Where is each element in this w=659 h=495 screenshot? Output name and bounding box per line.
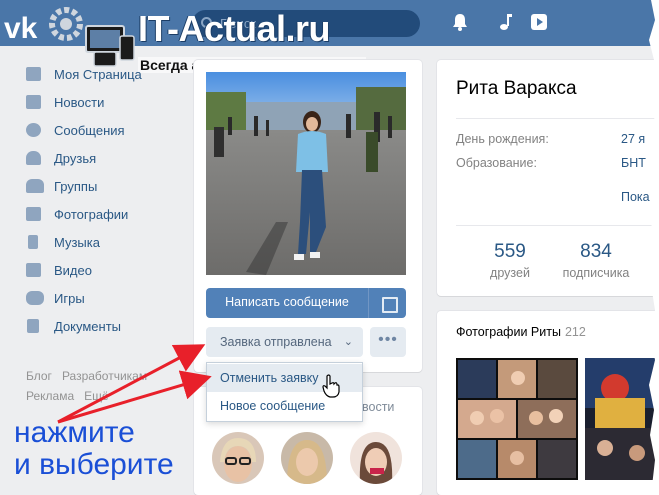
watermark-logo: vk	[4, 7, 135, 67]
chevron-down-icon: ⌄	[343, 336, 353, 348]
music-note-icon[interactable]	[498, 13, 512, 31]
menu-item-messages[interactable]: Сообщения	[22, 120, 182, 142]
music-icon	[28, 235, 38, 249]
friend-avatar[interactable]	[281, 432, 333, 484]
footer-link-developers[interactable]: Разработчикам	[62, 369, 147, 383]
friend-avatar[interactable]	[212, 432, 264, 484]
followers-count-label: подписчика	[562, 266, 630, 280]
menu-item-label: Игры	[54, 291, 85, 306]
menu-item-label: Моя Страница	[54, 67, 142, 82]
friends-count-label: друзей	[490, 266, 530, 280]
footer-link-more[interactable]: Ещё	[84, 389, 109, 403]
divider	[456, 118, 659, 119]
divider	[456, 225, 659, 226]
friends-count[interactable]: 559	[470, 241, 550, 263]
menu-item-friends[interactable]: Друзья	[22, 148, 182, 170]
annotation-text-line2: и выберите	[14, 448, 174, 481]
menu-item-documents[interactable]: Документы	[22, 316, 182, 338]
friend-avatar[interactable]	[350, 432, 402, 484]
news-icon	[26, 95, 41, 109]
menu-item-video[interactable]: Видео	[22, 260, 182, 282]
education-label: Образование:	[456, 156, 537, 170]
document-icon	[27, 319, 39, 333]
menu-item-label: Музыка	[54, 235, 100, 250]
menu-item-label: Новости	[54, 95, 105, 110]
gamepad-icon	[26, 291, 44, 305]
menu-item-music[interactable]: Музыка	[22, 232, 182, 254]
request-sent-label: Заявка отправлена	[220, 335, 332, 349]
annotation-text-line1: нажмите	[14, 416, 135, 449]
film-icon	[26, 263, 41, 277]
write-message-label: Написать сообщение	[225, 295, 349, 309]
request-sent-button[interactable]: Заявка отправлена ⌄	[206, 327, 363, 357]
menu-item-photos[interactable]: Фотографии	[22, 204, 182, 226]
camera-icon	[26, 207, 41, 221]
profile-name: Рита Варакса	[456, 78, 577, 99]
footer-link-ads[interactable]: Реклама	[26, 389, 74, 403]
followers-count[interactable]: 834	[556, 241, 636, 263]
chat-icon	[26, 123, 41, 137]
menu-item-news[interactable]: Новости	[22, 92, 182, 114]
home-icon	[26, 67, 41, 81]
photos-title-label: Фотографии Риты	[456, 325, 561, 339]
photos-title[interactable]: Фотографии Риты 212	[456, 325, 586, 339]
bell-icon[interactable]	[452, 13, 468, 31]
menu-item-my-page[interactable]: Моя Страница	[22, 64, 182, 86]
birthday-label: День рождения:	[456, 132, 549, 146]
menu-item-games[interactable]: Игры	[22, 288, 182, 310]
footer-link-blog[interactable]: Блог	[26, 369, 52, 383]
menu-item-label: Фотографии	[54, 207, 129, 222]
play-icon[interactable]	[530, 13, 548, 31]
menu-item-label: Группы	[54, 179, 98, 194]
show-more-link[interactable]: Пока	[621, 190, 650, 204]
torn-edge	[649, 0, 659, 495]
group-icon	[26, 179, 44, 193]
menu-item-label: Друзья	[54, 151, 97, 166]
menu-item-label: Сообщения	[54, 123, 125, 138]
hand-cursor-icon	[322, 374, 340, 398]
birthday-value[interactable]: 27 я	[621, 132, 645, 146]
profile-photo[interactable]	[206, 72, 406, 275]
watermark-title: IT-Actual.ru	[138, 8, 331, 49]
menu-item-label: Документы	[54, 319, 122, 334]
menu-item-label: Видео	[54, 263, 92, 278]
more-actions-button[interactable]: •••	[370, 327, 406, 357]
footer-links: Блог Разработчикам Реклама Ещё	[26, 366, 176, 406]
gift-icon[interactable]	[368, 288, 406, 318]
photos-count: 212	[564, 325, 586, 339]
photo-collage-thumbnail[interactable]	[456, 358, 578, 480]
person-icon	[26, 151, 41, 165]
education-value[interactable]: БНТ	[621, 156, 646, 170]
svg-text:vk: vk	[4, 12, 38, 45]
menu-item-groups[interactable]: Группы	[22, 176, 182, 198]
friends-card-title: вости	[362, 400, 395, 414]
write-message-button[interactable]: Написать сообщение	[206, 288, 406, 318]
